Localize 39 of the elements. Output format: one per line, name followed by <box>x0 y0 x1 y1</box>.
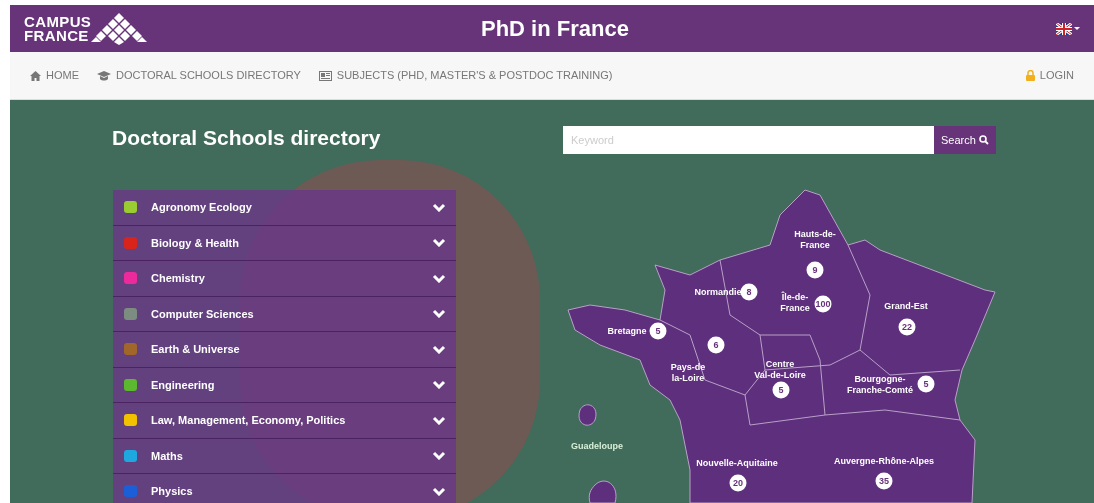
login-link[interactable]: LOGIN <box>1025 67 1074 84</box>
region-label[interactable]: Auvergne-Rhône-Alpes <box>834 455 934 467</box>
region-label[interactable]: Bretagne <box>607 325 647 337</box>
caret-icon <box>1074 26 1080 31</box>
category-item[interactable]: Physics <box>113 474 456 503</box>
nav-link[interactable]: HOME <box>30 67 79 84</box>
search-button[interactable]: Search <box>934 126 996 154</box>
lock-icon <box>1025 70 1035 81</box>
language-selector[interactable] <box>1056 22 1080 35</box>
category-item[interactable]: Maths <box>113 438 456 474</box>
category-item[interactable]: Earth & Universe <box>113 332 456 368</box>
category-item[interactable]: Computer Sciences <box>113 296 456 332</box>
nav-link[interactable]: DOCTORAL SCHOOLS DIRECTORY <box>97 67 301 84</box>
nav-link[interactable]: SUBJECTS (PHD, MASTER'S & POSTDOC TRAINING) <box>318 67 613 84</box>
page-heading: Doctoral Schools directory <box>112 125 381 151</box>
region-label[interactable]: Normandie <box>694 286 742 298</box>
logo-text: FRANCE <box>24 28 89 43</box>
category-item[interactable]: Chemistry <box>113 261 456 297</box>
region-label[interactable]: Hauts-de- France <box>794 229 836 251</box>
logo[interactable]: CAMPUS FRANCE <box>24 12 148 45</box>
search-icon <box>978 135 989 145</box>
region-label[interactable]: Centre Val-de-Loire <box>754 359 806 381</box>
uk-flag-icon <box>1056 22 1072 35</box>
category-item[interactable]: Law, Management, Economy, Politics <box>113 403 456 439</box>
newspaper-icon <box>318 70 332 81</box>
region-label[interactable]: Grand-Est <box>884 300 928 312</box>
region-label[interactable]: Île-de- France <box>780 292 810 314</box>
site-title: PhD in France <box>481 15 629 43</box>
region-label[interactable]: Guadeloupe <box>571 440 623 452</box>
diamonds-logo-icon <box>91 12 148 45</box>
category-item[interactable]: Biology & Health <box>113 225 456 261</box>
logo-text: CAMPUS <box>24 14 92 29</box>
graduation-cap-icon <box>97 70 111 81</box>
region-label[interactable]: Bourgogne- Franche-Comté <box>847 374 913 396</box>
region-label[interactable]: Pays-de la-Loire <box>670 362 706 384</box>
home-icon <box>30 70 41 81</box>
category-item[interactable]: Engineering <box>113 367 456 403</box>
region-label[interactable]: Nouvelle-Aquitaine <box>696 457 778 469</box>
category-item[interactable]: Agronomy Ecology <box>113 190 456 226</box>
